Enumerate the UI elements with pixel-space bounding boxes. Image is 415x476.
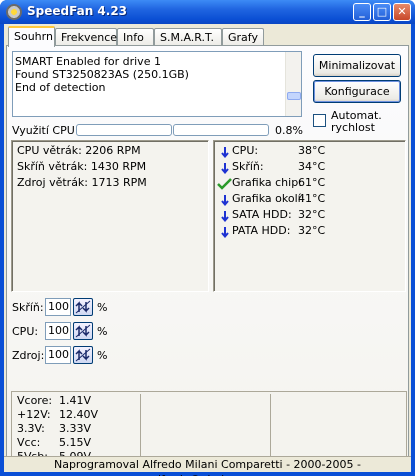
temp-value: 32°C [298, 224, 326, 237]
temp-label: Grafika okolí: [232, 192, 305, 205]
log-line: End of detection [15, 81, 106, 94]
arrow-down-icon [221, 195, 229, 206]
temp-label: Grafika chip: [232, 176, 302, 189]
voltage-value: 12.40V [59, 408, 99, 421]
tab-souhrn[interactable]: Souhrn [8, 26, 55, 47]
auto-speed-checkbox[interactable] [313, 114, 326, 127]
minimize-button[interactable]: Minimalizovat [313, 54, 401, 77]
temp-label: SATA HDD: [232, 208, 292, 221]
scrollbar-thumb[interactable] [287, 92, 301, 100]
psu-speed-label: Zdroj: [12, 349, 45, 362]
log-line: Found ST3250823AS (250.1GB) [15, 68, 189, 81]
title-bar[interactable]: SpeedFan 4.23 _ □ ✕ [0, 0, 415, 24]
temp-value: 32°C [298, 208, 326, 221]
log-scrollbar[interactable] [285, 52, 301, 116]
minimize-window-button[interactable]: _ [353, 3, 371, 21]
temp-value: 34°C [298, 160, 326, 173]
tab-smart[interactable]: S.M.A.R.T. [154, 28, 222, 46]
log-line: SMART Enabled for drive 1 [15, 55, 161, 68]
spin-arrows-icon [75, 324, 91, 338]
detection-log[interactable]: SMART Enabled for drive 1 Found ST325082… [12, 51, 302, 117]
psu-speed-input[interactable]: 100 [45, 346, 71, 364]
auto-speed-label[interactable]: Automat. rychlost [331, 110, 382, 134]
temp-label: CPU: [232, 144, 259, 157]
cpu-speed-spinner[interactable] [73, 322, 93, 340]
case-speed-spinner[interactable] [73, 298, 93, 316]
close-window-button[interactable]: ✕ [393, 3, 411, 21]
temp-value: 41°C [298, 192, 326, 205]
case-speed-label: Skříň: [12, 301, 44, 314]
voltage-label: Vcore: [17, 394, 53, 407]
voltage-value: 3.33V [59, 422, 92, 435]
fan-row: Zdroj větrák: 1713 RPM [17, 176, 147, 189]
speedfan-window: SpeedFan 4.23 _ □ ✕ Souhrn Frekvence Inf… [0, 0, 415, 476]
checkmark-icon [217, 178, 232, 190]
fan-row: Skříň větrák: 1430 RPM [17, 160, 147, 173]
column-divider [270, 394, 271, 463]
voltage-value: 1.41V [59, 394, 92, 407]
voltage-value: 5.15V [59, 436, 92, 449]
tab-info[interactable]: Info [117, 28, 154, 46]
configure-button[interactable]: Konfigurace [313, 80, 401, 103]
arrow-down-icon [221, 147, 229, 158]
cpu-usage-label: Využití CPU [12, 124, 75, 137]
voltage-label: +12V: [17, 408, 51, 421]
temp-value: 38°C [298, 144, 326, 157]
cpu-usage-bar-2 [173, 124, 269, 136]
voltages-group: Vcore: 1.41V +12V: 12.40V 3.3V: 3.33V Vc… [11, 391, 407, 465]
maximize-window-button[interactable]: □ [373, 3, 391, 21]
cpu-usage-bar-1 [76, 124, 172, 136]
column-divider [140, 394, 141, 463]
spin-arrows-icon [75, 300, 91, 314]
temperatures-group: CPU: 38°C Skříň: 34°C Grafika chip: 61°C… [213, 140, 406, 292]
spin-arrows-icon [75, 348, 91, 362]
cpu-speed-input[interactable]: 100 [45, 322, 71, 340]
temp-label: PATA HDD: [232, 224, 291, 237]
cpu-usage-value: 0.8% [275, 124, 303, 137]
arrow-down-icon [221, 227, 229, 238]
summary-panel: SMART Enabled for drive 1 Found ST325082… [6, 45, 409, 469]
voltage-label: 3.3V: [17, 422, 45, 435]
percent-sign: % [97, 349, 108, 362]
client-area: Souhrn Frekvence Info S.M.A.R.T. Grafy S… [4, 24, 411, 476]
temp-label: Skříň: [232, 160, 264, 173]
tab-grafy[interactable]: Grafy [222, 28, 264, 46]
voltage-label: Vcc: [17, 436, 41, 449]
percent-sign: % [97, 325, 108, 338]
fan-row: CPU větrák: 2206 RPM [17, 144, 141, 157]
cpu-speed-label: CPU: [12, 325, 39, 338]
percent-sign: % [97, 301, 108, 314]
tab-frekvence[interactable]: Frekvence [55, 28, 117, 46]
psu-speed-spinner[interactable] [73, 346, 93, 364]
window-title: SpeedFan 4.23 [27, 4, 128, 18]
temp-value: 61°C [298, 176, 326, 189]
fan-speeds-group: CPU větrák: 2206 RPM Skříň větrák: 1430 … [11, 140, 209, 292]
arrow-down-icon [221, 163, 229, 174]
arrow-down-icon [221, 211, 229, 222]
case-speed-input[interactable]: 100 [45, 298, 71, 316]
status-bar: Naprogramoval Alfredo Milani Comparetti … [4, 456, 411, 476]
fan-icon[interactable] [6, 4, 22, 20]
